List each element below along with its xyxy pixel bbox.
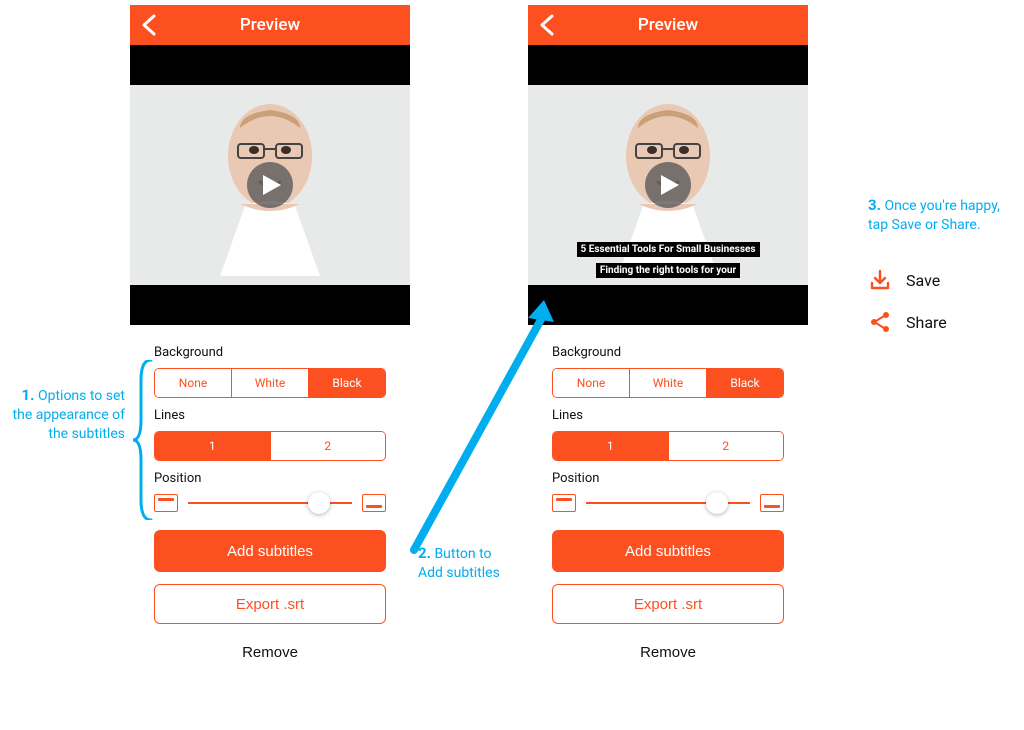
position-label: Position xyxy=(154,471,386,486)
position-row xyxy=(154,494,386,512)
bg-option-none[interactable]: None xyxy=(155,369,232,397)
back-button[interactable] xyxy=(140,13,158,41)
back-button[interactable] xyxy=(538,13,556,41)
share-icon xyxy=(868,310,892,334)
navbar: Preview xyxy=(130,5,410,45)
add-subtitles-button[interactable]: Add subtitles xyxy=(552,530,784,572)
play-button[interactable] xyxy=(247,162,293,208)
navbar-title: Preview xyxy=(638,15,698,35)
chevron-left-icon xyxy=(538,13,556,37)
position-slider[interactable] xyxy=(586,502,750,504)
bg-option-none[interactable]: None xyxy=(553,369,630,397)
slider-thumb[interactable] xyxy=(308,492,330,514)
navbar-title: Preview xyxy=(240,15,300,35)
download-icon xyxy=(868,268,892,292)
position-top-icon[interactable] xyxy=(154,494,178,512)
lines-segmented: 1 2 xyxy=(154,431,386,461)
export-srt-button[interactable]: Export .srt xyxy=(154,584,386,624)
video-thumbnail[interactable] xyxy=(130,85,410,285)
export-srt-button[interactable]: Export .srt xyxy=(552,584,784,624)
bg-option-white[interactable]: White xyxy=(232,369,309,397)
lines-label: Lines xyxy=(154,408,386,423)
slider-thumb[interactable] xyxy=(706,492,728,514)
background-segmented: None White Black xyxy=(154,368,386,398)
play-button[interactable] xyxy=(645,162,691,208)
lines-segmented: 1 2 xyxy=(552,431,784,461)
save-share-actions: Save Share xyxy=(868,268,947,352)
play-icon xyxy=(661,175,679,195)
subtitle-controls: Background None White Black Lines 1 2 Po… xyxy=(528,325,808,679)
share-button[interactable]: Share xyxy=(868,310,947,334)
caption-line-1: 5 Essential Tools For Small Businesses xyxy=(577,242,760,257)
background-label: Background xyxy=(552,345,784,360)
subtitle-controls: Background None White Black Lines 1 2 Po… xyxy=(130,325,410,679)
position-bottom-icon[interactable] xyxy=(362,494,386,512)
lines-option-1[interactable]: 1 xyxy=(155,432,271,460)
bg-option-black[interactable]: Black xyxy=(707,369,783,397)
background-segmented: None White Black xyxy=(552,368,784,398)
position-label: Position xyxy=(552,471,784,486)
video-thumbnail[interactable]: 5 Essential Tools For Small Businesses F… xyxy=(528,85,808,285)
brace-icon xyxy=(131,360,155,520)
bg-option-black[interactable]: Black xyxy=(309,369,385,397)
annotation-1: 1. Options to set the appearance of the … xyxy=(0,385,125,444)
background-label: Background xyxy=(154,345,386,360)
chevron-left-icon xyxy=(140,13,158,37)
share-label: Share xyxy=(906,313,947,332)
lines-option-2[interactable]: 2 xyxy=(669,432,784,460)
remove-button[interactable]: Remove xyxy=(552,636,784,669)
position-bottom-icon[interactable] xyxy=(760,494,784,512)
video-preview-area: 5 Essential Tools For Small Businesses F… xyxy=(528,45,808,325)
phone-screen-right: Preview 5 Essential Tools xyxy=(528,5,808,679)
bg-option-white[interactable]: White xyxy=(630,369,707,397)
remove-button[interactable]: Remove xyxy=(154,636,386,669)
add-subtitles-button[interactable]: Add subtitles xyxy=(154,530,386,572)
save-label: Save xyxy=(906,271,940,290)
position-slider[interactable] xyxy=(188,502,352,504)
caption-line-2: Finding the right tools for your xyxy=(596,263,740,278)
phone-screen-left: Preview Background xyxy=(130,5,410,679)
annotation-2: 2. Button to Add subtitles xyxy=(418,543,518,583)
lines-option-1[interactable]: 1 xyxy=(553,432,669,460)
position-top-icon[interactable] xyxy=(552,494,576,512)
annotation-3: 3. Once you're happy, tap Save or Share. xyxy=(868,195,1008,235)
subtitle-overlay: 5 Essential Tools For Small Businesses F… xyxy=(535,237,801,279)
navbar: Preview xyxy=(528,5,808,45)
play-icon xyxy=(263,175,281,195)
lines-option-2[interactable]: 2 xyxy=(271,432,386,460)
lines-label: Lines xyxy=(552,408,784,423)
position-row xyxy=(552,494,784,512)
video-preview-area xyxy=(130,45,410,325)
save-button[interactable]: Save xyxy=(868,268,947,292)
